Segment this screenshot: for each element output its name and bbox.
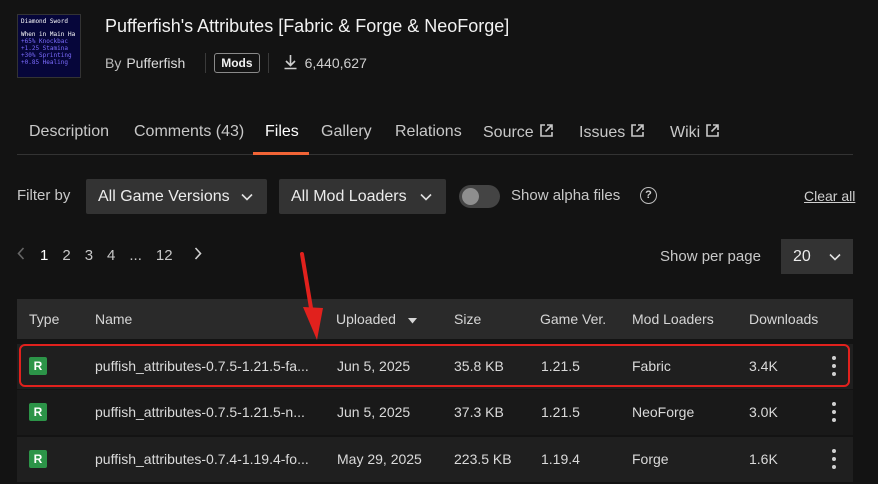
page-link[interactable]: 12 (156, 247, 173, 264)
page-link[interactable]: 3 (85, 247, 93, 264)
tab-label: Files (265, 123, 299, 140)
thumbnail-line: When in Main Ha (21, 31, 76, 38)
per-page-select[interactable]: 20 (781, 239, 853, 274)
tab-label: Issues (579, 124, 626, 141)
category-badge[interactable]: Mods (214, 53, 260, 73)
annotation-arrow (300, 252, 323, 340)
column-uploaded-label: Uploaded (336, 311, 396, 327)
download-count: 3.0K (749, 404, 778, 420)
tab-label: Gallery (321, 123, 372, 140)
column-downloads[interactable]: Downloads (749, 311, 818, 327)
more-options-icon[interactable] (829, 402, 839, 422)
external-link-icon (630, 123, 645, 143)
select-value: 20 (793, 247, 811, 265)
release-badge: R (29, 450, 47, 468)
release-badge: R (29, 403, 47, 421)
sort-desc-icon (407, 311, 417, 327)
thumbnail-line: Diamond Sword (21, 18, 68, 25)
thumbnail-line: +30% Sprinting (21, 52, 72, 59)
select-value: All Mod Loaders (291, 187, 407, 205)
table-row[interactable]: R puffish_attributes-0.7.5-1.21.5-n... J… (17, 390, 853, 435)
alpha-files-label: Show alpha files (511, 187, 621, 204)
column-name[interactable]: Name (95, 311, 132, 327)
files-table-header: Type Name Uploaded Size Game Ver. Mod Lo… (17, 299, 853, 339)
active-tab-indicator (253, 152, 309, 155)
external-link-icon (705, 123, 720, 143)
help-icon[interactable]: ? (640, 187, 657, 204)
tab-label: Source (483, 124, 534, 141)
chevron-right-icon[interactable] (194, 247, 202, 264)
tab-description[interactable]: Description (29, 123, 109, 141)
tab-label: Relations (395, 123, 462, 140)
column-size[interactable]: Size (454, 311, 481, 327)
tab-issues[interactable]: Issues (579, 123, 645, 143)
tab-bar: Description Comments (43) Files Gallery … (17, 112, 853, 155)
toggle-knob (462, 188, 479, 205)
thumbnail-line: +1.25 Stamina (21, 45, 68, 52)
column-mod-loaders: Mod Loaders (632, 311, 714, 327)
chevron-down-icon (420, 188, 432, 206)
divider (267, 53, 269, 73)
mod-thumbnail: Diamond Sword When in Main Ha +65% Knock… (17, 14, 81, 78)
highlight-annotation (19, 344, 850, 387)
clear-all-link[interactable]: Clear all (804, 188, 855, 204)
filter-label: Filter by (17, 187, 71, 204)
column-type: Type (29, 311, 60, 327)
thumbnail-line: +65% Knockbac (21, 38, 68, 45)
download-icon (283, 54, 298, 73)
pagination: 1 2 3 4 ... 12 (17, 247, 202, 264)
tab-label: Description (29, 123, 110, 140)
external-link-icon (539, 123, 554, 143)
author-link[interactable]: Pufferfish (126, 55, 185, 71)
tab-source[interactable]: Source (483, 123, 554, 143)
download-count: 6,440,627 (304, 55, 367, 71)
more-options-icon[interactable] (829, 449, 839, 469)
download-count: 1.6K (749, 451, 778, 467)
page-title: Pufferfish's Attributes [Fabric & Forge … (105, 16, 510, 36)
chevron-down-icon (829, 248, 841, 266)
alpha-files-toggle[interactable] (459, 185, 500, 208)
file-name[interactable]: puffish_attributes-0.7.4-1.19.4-fo... (95, 451, 309, 467)
mod-loader: NeoForge (632, 404, 695, 420)
uploaded-date: Jun 5, 2025 (337, 404, 411, 420)
tab-gallery[interactable]: Gallery (321, 123, 372, 141)
chevron-down-icon (241, 188, 253, 206)
tab-label: Wiki (670, 124, 701, 141)
game-versions-select[interactable]: All Game Versions (86, 179, 267, 214)
chevron-left-icon[interactable] (17, 247, 33, 264)
file-size: 223.5 KB (454, 451, 512, 467)
select-value: All Game Versions (98, 187, 230, 205)
tab-label: Comments (43) (134, 123, 245, 140)
game-version: 1.19.4 (541, 451, 580, 467)
column-uploaded[interactable]: Uploaded (336, 311, 417, 327)
page-ellipsis: ... (129, 247, 142, 264)
tab-wiki[interactable]: Wiki (670, 123, 720, 143)
thumbnail-line: +0.85 Healing (21, 59, 68, 66)
per-page-label: Show per page (660, 248, 761, 265)
uploaded-date: May 29, 2025 (337, 451, 422, 467)
page-link[interactable]: 4 (107, 247, 115, 264)
table-row[interactable]: R puffish_attributes-0.7.4-1.19.4-fo... … (17, 437, 853, 482)
tab-relations[interactable]: Relations (395, 123, 462, 141)
mod-meta: By Pufferfish Mods 6,440,627 (105, 53, 367, 73)
game-version: 1.21.5 (541, 404, 580, 420)
mod-loader: Forge (632, 451, 669, 467)
page-link[interactable]: 2 (62, 247, 70, 264)
divider (205, 53, 207, 73)
mod-loaders-select[interactable]: All Mod Loaders (279, 179, 446, 214)
file-size: 37.3 KB (454, 404, 504, 420)
file-name[interactable]: puffish_attributes-0.7.5-1.21.5-n... (95, 404, 305, 420)
page-link[interactable]: 1 (40, 247, 48, 264)
tab-files[interactable]: Files (265, 123, 299, 141)
column-game-version[interactable]: Game Ver. (540, 311, 606, 327)
by-label: By (105, 55, 122, 71)
tab-comments[interactable]: Comments (43) (134, 123, 244, 141)
